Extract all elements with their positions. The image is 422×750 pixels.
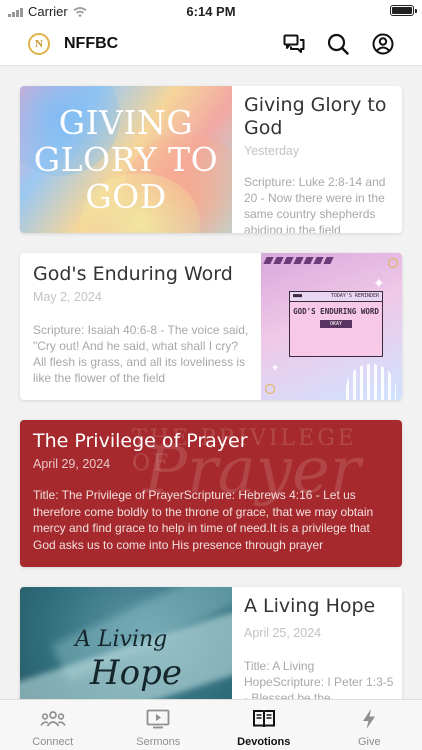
devotion-date: April 25, 2024 bbox=[244, 626, 322, 640]
devotion-image-text: GIVING GLORY TO GOD bbox=[33, 103, 219, 216]
badge-icon bbox=[265, 384, 275, 394]
reminder-window-title: TODAY'S REMINDER bbox=[330, 293, 379, 299]
account-button[interactable] bbox=[370, 31, 396, 57]
devotion-excerpt: Scripture: Isaiah 40:6-8 - The voice sai… bbox=[33, 323, 249, 385]
chat-button[interactable] bbox=[281, 31, 307, 57]
devotion-image-text: A Living bbox=[75, 627, 168, 652]
tab-label: Devotions bbox=[237, 736, 291, 748]
tab-label: Give bbox=[357, 736, 381, 748]
book-icon bbox=[252, 710, 275, 728]
search-icon bbox=[327, 33, 349, 55]
tab-sermons[interactable]: Sermons bbox=[106, 700, 212, 750]
chat-icon bbox=[283, 34, 305, 53]
app-header: N NFFBC bbox=[0, 22, 422, 66]
tab-connect[interactable]: Connect bbox=[0, 700, 106, 750]
status-bar: Carrier 6:14 PM bbox=[0, 0, 422, 22]
lightning-icon bbox=[363, 709, 376, 729]
account-icon bbox=[372, 33, 394, 55]
devotion-card[interactable]: God's Enduring Word May 2, 2024 Scriptur… bbox=[20, 253, 402, 400]
battery-icon bbox=[390, 5, 417, 16]
church-logo-icon[interactable]: N bbox=[28, 33, 50, 55]
badge-icon bbox=[388, 258, 398, 268]
sparkle-icon: ✦ bbox=[271, 363, 280, 374]
tab-give[interactable]: Give bbox=[317, 700, 422, 750]
devotion-card[interactable]: A Living Hope A Living Hope April 25, 20… bbox=[20, 587, 402, 699]
devotion-title: God's Enduring Word bbox=[33, 263, 233, 285]
devotion-image-text: Hope bbox=[90, 653, 183, 693]
devotion-date: May 2, 2024 bbox=[33, 290, 102, 304]
devotion-title: Giving Glory to God bbox=[244, 94, 387, 139]
devotion-excerpt: Title: The Privilege of PrayerScripture:… bbox=[33, 488, 374, 552]
search-button[interactable] bbox=[325, 31, 351, 57]
arch-decoration bbox=[346, 364, 396, 400]
tab-devotions[interactable]: Devotions bbox=[211, 700, 317, 750]
devotion-date: April 29, 2024 bbox=[33, 457, 111, 471]
clock: 6:14 PM bbox=[186, 4, 236, 19]
devotion-image: A Living Hope bbox=[20, 587, 232, 699]
devotion-image: GIVING GLORY TO GOD bbox=[20, 86, 232, 233]
devotion-card[interactable]: THE PRIVILEGE OF Prayer The Privilege of… bbox=[20, 420, 402, 567]
tab-label: Sermons bbox=[136, 736, 181, 748]
tab-bar: Connect Sermons Devotions Give bbox=[0, 699, 422, 750]
devotion-title: The Privilege of Prayer bbox=[33, 430, 248, 452]
video-icon bbox=[146, 709, 170, 729]
devotion-image: ✦ ✦ ■■■ TODAY'S REMINDER GOD'S ENDURING W… bbox=[261, 253, 402, 400]
devotions-list[interactable]: GIVING GLORY TO GOD Giving Glory to God … bbox=[0, 67, 422, 699]
devotion-date: Yesterday bbox=[244, 144, 300, 158]
devotion-title: A Living Hope bbox=[244, 595, 376, 617]
devotion-image-text: GOD'S ENDURING WORD bbox=[293, 307, 379, 316]
tab-label: Connect bbox=[32, 736, 74, 748]
reminder-ok: OKAY bbox=[320, 320, 352, 328]
logo-letter: N bbox=[35, 38, 43, 50]
sparkle-icon: ✦ bbox=[373, 275, 385, 291]
people-icon bbox=[40, 711, 66, 727]
devotion-excerpt: Title: A Living HopeScripture: I Peter 1… bbox=[244, 659, 394, 699]
reminder-window: ■■■ TODAY'S REMINDER GOD'S ENDURING WORD … bbox=[289, 291, 383, 357]
app-title: NFFBC bbox=[64, 35, 119, 52]
devotion-card[interactable]: GIVING GLORY TO GOD Giving Glory to God … bbox=[20, 86, 402, 233]
devotion-excerpt: Scripture: Luke 2:8-14 and 20 - Now ther… bbox=[244, 175, 386, 233]
